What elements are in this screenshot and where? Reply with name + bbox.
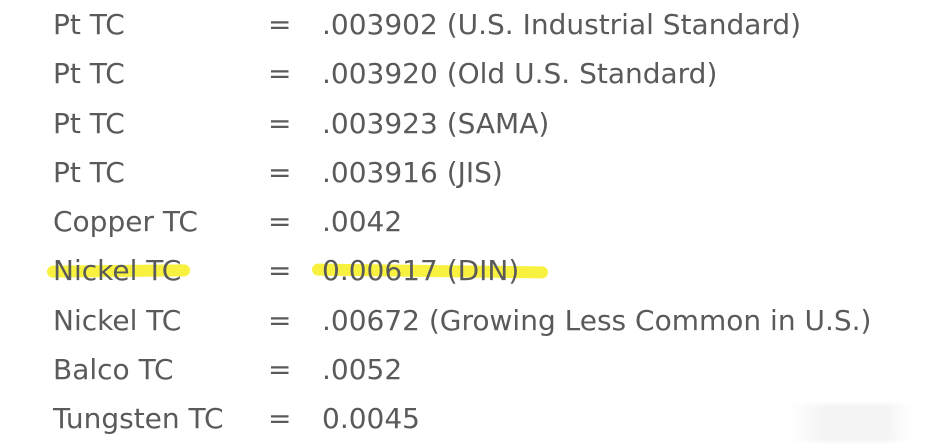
tc-name-highlighted: Nickel TC xyxy=(53,254,182,287)
tc-name: Pt TC xyxy=(53,156,125,189)
equals-sign: = xyxy=(268,254,292,287)
tc-value: .0052 xyxy=(322,353,403,386)
tc-name: Copper TC xyxy=(53,205,198,238)
tc-value: .003902 (U.S. Industrial Standard) xyxy=(322,8,802,41)
tc-name: Tungsten TC xyxy=(53,402,224,435)
tc-name: Balco TC xyxy=(53,353,174,386)
tc-name: Pt TC xyxy=(53,107,125,140)
tc-name: Pt TC xyxy=(53,57,125,90)
tc-value: .003920 (Old U.S. Standard) xyxy=(322,57,718,90)
equals-sign: = xyxy=(268,353,292,386)
equals-sign: = xyxy=(268,57,292,90)
tc-value: .00672 (Growing Less Common in U.S.) xyxy=(322,304,872,337)
tc-row-copper: Copper TC = .0042 xyxy=(0,197,938,246)
tc-row-pt-jis: Pt TC = .003916 (JIS) xyxy=(0,148,938,197)
tc-row-nickel-us: Nickel TC = .00672 (Growing Less Common … xyxy=(0,296,938,345)
tc-value-highlighted: 0.00617 (DIN) xyxy=(322,254,520,287)
tc-value: .0042 xyxy=(322,205,403,238)
tc-value: .003916 (JIS) xyxy=(322,156,503,189)
tc-row-pt-sama: Pt TC = .003923 (SAMA) xyxy=(0,99,938,148)
tc-name: Nickel TC xyxy=(53,304,182,337)
tc-value: 0.0045 xyxy=(322,402,420,435)
equals-sign: = xyxy=(268,107,292,140)
equals-sign: = xyxy=(268,304,292,337)
tc-row-balco: Balco TC = .0052 xyxy=(0,345,938,394)
equals-sign: = xyxy=(268,156,292,189)
equals-sign: = xyxy=(268,402,292,435)
tc-row-nickel-din: Nickel TC = 0.00617 (DIN) xyxy=(0,246,938,295)
tc-row-pt-industrial: Pt TC = .003902 (U.S. Industrial Standar… xyxy=(0,0,938,49)
tc-value: .003923 (SAMA) xyxy=(322,107,550,140)
background-smudge xyxy=(790,404,910,442)
tc-name: Pt TC xyxy=(53,8,125,41)
equals-sign: = xyxy=(268,205,292,238)
tc-row-pt-old: Pt TC = .003920 (Old U.S. Standard) xyxy=(0,49,938,98)
equals-sign: = xyxy=(268,8,292,41)
